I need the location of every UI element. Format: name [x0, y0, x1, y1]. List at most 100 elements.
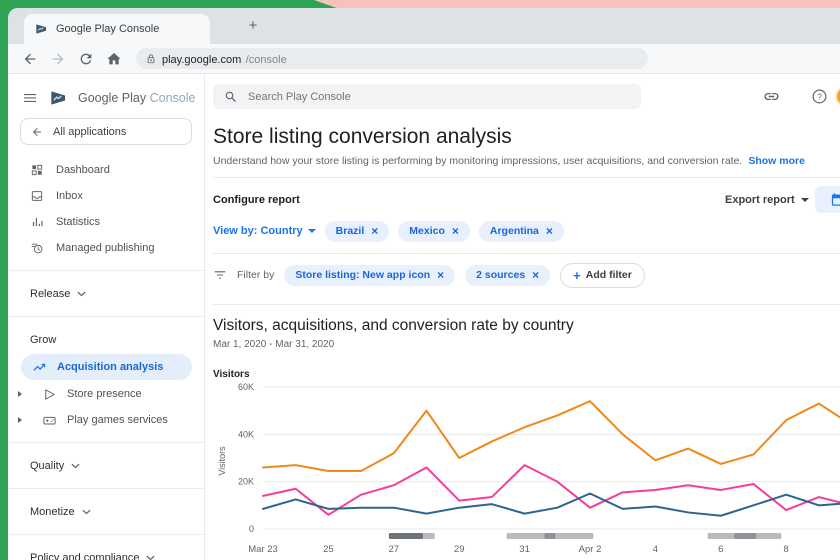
home-icon[interactable] — [106, 51, 122, 67]
sidebar-section-quality[interactable]: Quality — [8, 452, 204, 479]
search-bar[interactable] — [213, 84, 641, 109]
chart-metric-label: Visitors — [213, 369, 250, 380]
browser-window: Google Play Console + play.google.com /c… — [8, 8, 840, 560]
sidebar-item-store-presence[interactable]: Store presence — [8, 381, 204, 407]
play-games-services-icon — [43, 416, 56, 424]
sidebar-item-dashboard[interactable]: Dashboard — [8, 157, 204, 183]
main-content: ? Store listing conversion analysis Unde… — [205, 74, 840, 560]
sidebar-item-acquisition-analysis[interactable]: Acquisition analysis — [21, 354, 192, 380]
hamburger-menu-icon[interactable] — [22, 90, 38, 106]
avatar[interactable] — [835, 86, 840, 107]
close-icon[interactable]: × — [546, 225, 553, 237]
search-input[interactable] — [248, 90, 630, 103]
logo-text: Google Play Console — [78, 91, 196, 105]
divider — [213, 253, 840, 254]
forward-icon[interactable] — [50, 51, 66, 67]
configure-report-label: Configure report — [213, 193, 300, 206]
new-tab-button[interactable]: + — [242, 15, 264, 37]
url-path: /console — [245, 53, 287, 66]
sidebar-section-monetize[interactable]: Monetize — [8, 498, 204, 525]
browser-tab[interactable]: Google Play Console — [24, 14, 210, 44]
tab-title: Google Play Console — [56, 23, 160, 35]
all-applications-label: All applications — [53, 125, 127, 138]
url-bar[interactable]: play.google.com /console — [136, 48, 648, 69]
svg-text:27: 27 — [389, 544, 400, 555]
chevron-down-icon — [71, 463, 80, 468]
lock-icon — [147, 53, 155, 63]
expand-arrow-icon[interactable] — [18, 391, 22, 397]
timeline-annotation-bar — [544, 533, 556, 539]
sidebar-divider — [8, 534, 204, 535]
browser-toolbar: play.google.com /console — [8, 44, 840, 74]
chevron-down-icon — [77, 291, 86, 296]
series-orange — [262, 400, 840, 473]
statistics-icon — [32, 217, 43, 227]
svg-text:60K: 60K — [238, 382, 254, 392]
sidebar: Google Play Console All applications Das… — [8, 74, 205, 560]
sidebar-divider — [8, 488, 204, 489]
chart-date-range: Mar 1, 2020 - Mar 31, 2020 — [213, 339, 335, 350]
dashboard-icon — [31, 164, 43, 176]
arrow-back-icon — [33, 127, 41, 136]
filter-chip-sources[interactable]: 2 sources × — [465, 264, 551, 286]
link-icon[interactable] — [763, 88, 780, 105]
reload-icon[interactable] — [78, 51, 94, 67]
back-icon[interactable] — [22, 51, 38, 67]
close-icon[interactable]: × — [452, 225, 459, 237]
all-applications-button[interactable]: All applications — [20, 118, 192, 145]
filter-list-icon — [214, 271, 226, 279]
store-presence-icon — [45, 388, 55, 400]
plus-icon: + — [573, 267, 581, 283]
series-blue — [262, 492, 840, 517]
svg-text:0: 0 — [249, 524, 254, 534]
timeline-annotation-bar — [506, 533, 545, 539]
svg-text:20K: 20K — [238, 477, 254, 487]
timeline-annotation-bar — [707, 533, 734, 539]
view-by-dropdown[interactable]: View by: Country — [213, 225, 316, 237]
sidebar-divider — [8, 442, 204, 443]
svg-text:40K: 40K — [238, 429, 254, 439]
caret-down-icon — [307, 229, 316, 233]
svg-text:Visitors: Visitors — [217, 446, 227, 476]
sidebar-divider — [8, 316, 204, 317]
export-report-button[interactable]: Export report — [725, 194, 809, 206]
sidebar-item-statistics[interactable]: Statistics — [8, 209, 204, 235]
filter-chip-store-listing[interactable]: Store listing: New app icon × — [284, 264, 456, 286]
search-icon — [225, 91, 236, 102]
svg-text:31: 31 — [519, 544, 530, 555]
svg-text:29: 29 — [454, 544, 465, 555]
svg-text:25: 25 — [323, 544, 334, 555]
inbox-icon — [31, 191, 43, 201]
trending-up-icon — [33, 363, 46, 371]
help-icon[interactable]: ? — [811, 88, 828, 105]
page-title: Store listing conversion analysis — [213, 125, 512, 148]
filter-by-label: Filter by — [237, 269, 275, 281]
timeline-annotation-bar — [388, 533, 424, 539]
sidebar-item-play-games-services[interactable]: Play games services — [8, 407, 204, 433]
timeline-annotation-bar — [423, 533, 435, 539]
date-range-button[interactable] — [815, 186, 840, 213]
sidebar-section-grow: Grow — [30, 333, 57, 346]
sidebar-item-managed-publishing[interactable]: Managed publishing — [8, 235, 204, 261]
close-icon[interactable]: × — [371, 225, 378, 237]
sidebar-item-inbox[interactable]: Inbox — [8, 183, 204, 209]
play-console-logo-icon — [51, 91, 66, 105]
chevron-down-icon — [82, 509, 91, 514]
add-filter-button[interactable]: + Add filter — [560, 262, 645, 288]
expand-arrow-icon[interactable] — [18, 417, 22, 423]
country-chip-brazil[interactable]: Brazil × — [324, 220, 390, 242]
browser-tab-strip: Google Play Console + — [8, 8, 840, 44]
svg-text:Mar 23: Mar 23 — [248, 544, 278, 555]
sidebar-section-policy[interactable]: Policy and compliance — [8, 544, 204, 560]
chevron-down-icon — [146, 555, 155, 560]
play-console-favicon — [36, 24, 46, 34]
url-host: play.google.com — [162, 53, 242, 66]
chart-title: Visitors, acquisitions, and conversion r… — [213, 317, 574, 334]
show-more-link[interactable]: Show more — [748, 155, 805, 167]
close-icon[interactable]: × — [437, 269, 444, 281]
svg-text:Apr 2: Apr 2 — [579, 544, 602, 555]
close-icon[interactable]: × — [532, 269, 539, 281]
country-chip-mexico[interactable]: Mexico × — [398, 220, 470, 242]
country-chip-argentina[interactable]: Argentina × — [478, 220, 564, 242]
sidebar-section-release[interactable]: Release — [8, 280, 204, 307]
